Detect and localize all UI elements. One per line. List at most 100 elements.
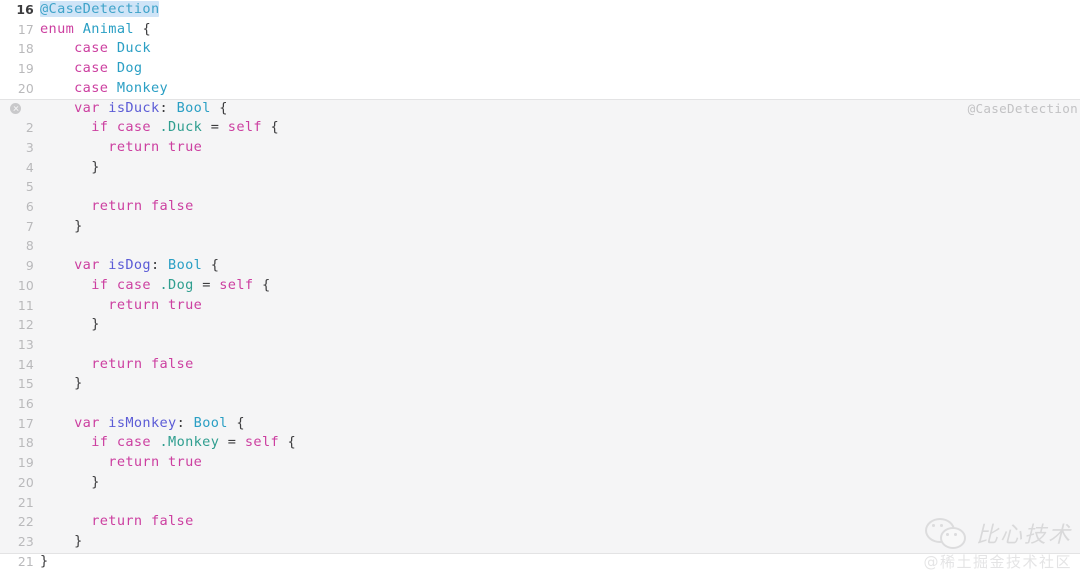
code-line[interactable]: 10 if case .Dog = self { (0, 276, 1080, 296)
code-text: if case .Dog = self { (40, 276, 270, 296)
code-editor[interactable]: 16 @CaseDetection 17 enum Animal {18 case D… (0, 0, 1080, 578)
line-number: 3 (25, 139, 34, 155)
code-line[interactable]: 16 @CaseDetection (0, 0, 1080, 20)
code-token: isDog (108, 257, 151, 274)
line-number: 23 (17, 533, 34, 549)
code-token: } (40, 158, 100, 175)
line-number: 20 (17, 474, 34, 490)
code-token: = (219, 434, 245, 451)
line-number: 14 (17, 356, 34, 372)
error-circle-icon[interactable] (10, 102, 21, 114)
code-token: } (40, 316, 100, 333)
code-text: case Monkey (40, 79, 168, 99)
code-token: if case (91, 119, 151, 136)
code-text: if case .Duck = self { (40, 118, 279, 138)
code-token: case (74, 40, 109, 57)
code-token: return false (91, 198, 194, 214)
code-line[interactable]: 6 return false (0, 197, 1080, 217)
code-line[interactable]: 23 } (0, 532, 1080, 552)
code-token: self (227, 119, 262, 136)
code-line[interactable]: 21} (0, 552, 1080, 572)
code-token: .Duck (159, 119, 203, 136)
code-line[interactable]: 15 } (0, 374, 1080, 394)
code-line[interactable]: 3 return true (0, 138, 1080, 158)
code-line[interactable]: 8 (0, 236, 1080, 256)
code-line[interactable]: 5 (0, 177, 1080, 197)
code-line[interactable]: 17 var isMonkey: Bool { (0, 414, 1080, 434)
code-line[interactable]: 20 case Monkey (0, 79, 1080, 99)
line-number: 10 (17, 277, 34, 293)
code-token: } (40, 552, 49, 569)
line-number: 19 (17, 61, 34, 77)
code-line[interactable]: 17 enum Animal { (0, 20, 1080, 40)
code-line[interactable]: 2 if case .Duck = self { (0, 118, 1080, 138)
code-text: case Duck (40, 39, 151, 59)
code-token: Monkey (116, 79, 169, 96)
code-token: case (74, 60, 109, 77)
line-number: 9 (25, 258, 34, 274)
code-token: .Monkey (159, 434, 220, 451)
line-number: 18 (17, 41, 34, 57)
code-token: var (74, 414, 100, 431)
code-token: if case (91, 276, 151, 293)
code-token: @CaseDetection (40, 1, 160, 17)
line-number: 8 (25, 238, 34, 254)
code-line[interactable]: var isDuck: Bool {@CaseDetection (0, 99, 1080, 119)
code-text: return true (40, 296, 202, 316)
line-number: 5 (25, 179, 34, 195)
code-line[interactable]: 18 case Duck (0, 39, 1080, 59)
code-line[interactable]: 16 (0, 394, 1080, 414)
code-line[interactable]: 19 case Dog (0, 59, 1080, 79)
code-token: Bool (168, 257, 203, 274)
code-token: = (202, 119, 228, 136)
code-line[interactable]: 20 } (0, 473, 1080, 493)
line-number: 21 (17, 553, 34, 569)
code-token: return false (91, 355, 194, 372)
code-line[interactable]: 18 if case .Monkey = self { (0, 433, 1080, 453)
code-token: return true (108, 138, 203, 155)
code-line[interactable]: 7 } (0, 217, 1080, 237)
code-line[interactable]: 22 return false (0, 512, 1080, 532)
code-line[interactable]: 14 return false (0, 355, 1080, 375)
code-text: return false (40, 197, 194, 217)
code-text: } (40, 552, 49, 572)
code-token: : (150, 257, 169, 274)
code-token: { (210, 99, 228, 116)
code-token: Bool (176, 99, 211, 116)
code-line[interactable]: 12 } (0, 315, 1080, 335)
code-text: } (40, 217, 83, 237)
code-line[interactable]: 11 return true (0, 296, 1080, 316)
code-text: if case .Monkey = self { (40, 433, 296, 453)
code-token: = (193, 276, 220, 293)
code-text: case Dog (40, 59, 142, 79)
code-token: Bool (193, 414, 228, 431)
macro-expansion-label: @CaseDetection (967, 100, 1078, 116)
code-token: { (261, 119, 280, 136)
code-token: { (253, 276, 271, 293)
code-token: : (159, 99, 177, 116)
code-line[interactable]: 13 (0, 335, 1080, 355)
line-number: 19 (17, 455, 34, 471)
code-line[interactable]: 21 (0, 493, 1080, 513)
code-token: isDuck (108, 99, 160, 116)
code-line[interactable]: 4 } (0, 158, 1080, 178)
code-line[interactable]: 9 var isDog: Bool { (0, 256, 1080, 276)
code-text: return false (40, 512, 194, 532)
code-line[interactable]: 19 return true (0, 453, 1080, 473)
code-token: : (176, 414, 194, 431)
line-number: 6 (25, 199, 34, 214)
